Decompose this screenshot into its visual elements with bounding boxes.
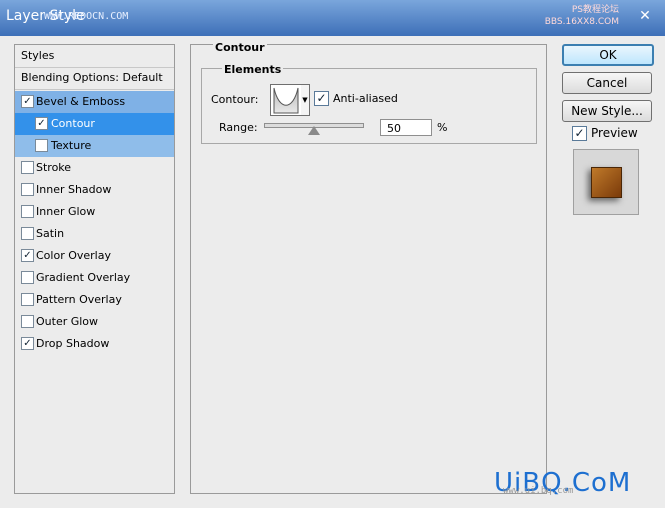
anti-aliased-checkbox[interactable]: ✓	[314, 91, 329, 106]
style-item-label: Bevel & Emboss	[36, 95, 126, 108]
style-item-inner-glow[interactable]: Inner Glow	[15, 201, 174, 223]
satin-checkbox[interactable]	[21, 227, 34, 240]
ok-button[interactable]: OK	[562, 44, 654, 66]
color-overlay-checkbox[interactable]: ✓	[21, 249, 34, 262]
contour-checkbox[interactable]: ✓	[35, 117, 48, 130]
style-item-label: Texture	[51, 139, 92, 152]
contour-dropdown-arrow[interactable]: ▼	[301, 84, 310, 116]
style-item-contour[interactable]: ✓ Contour	[15, 113, 174, 135]
style-item-label: Contour	[51, 117, 95, 130]
new-style-button[interactable]: New Style...	[562, 100, 652, 122]
blending-options-label: Blending Options: Default	[21, 71, 163, 84]
cancel-button[interactable]: Cancel	[562, 72, 652, 94]
style-item-label: Gradient Overlay	[36, 271, 131, 284]
watermark-right-top: PS教程论坛	[571, 5, 619, 15]
style-preview	[573, 149, 639, 215]
close-icon[interactable]: ✕	[633, 6, 657, 26]
style-item-label: Outer Glow	[36, 315, 99, 328]
styles-header[interactable]: Styles	[15, 45, 174, 68]
texture-checkbox[interactable]	[35, 139, 48, 152]
watermark-right: PS教程论坛 BBS.16XX8.COM	[545, 4, 619, 28]
elements-group: Elements Contour: ▼ ✓ Anti-aliased Range…	[201, 63, 537, 144]
contour-label: Contour:	[211, 93, 259, 106]
contour-curve-icon	[273, 87, 299, 114]
style-item-outer-glow[interactable]: Outer Glow	[15, 311, 174, 333]
style-item-label: Drop Shadow	[36, 337, 110, 350]
outer-glow-checkbox[interactable]	[21, 315, 34, 328]
gradient-overlay-checkbox[interactable]	[21, 271, 34, 284]
elements-group-title: Elements	[222, 63, 284, 76]
style-item-label: Pattern Overlay	[36, 293, 122, 306]
style-item-pattern-overlay[interactable]: Pattern Overlay	[15, 289, 174, 311]
contour-picker[interactable]	[270, 84, 302, 116]
style-item-bevel-emboss[interactable]: ✓ Bevel & Emboss	[15, 91, 174, 113]
preview-checkbox[interactable]: ✓	[572, 126, 587, 141]
styles-label: Styles	[21, 49, 55, 62]
inner-shadow-checkbox[interactable]	[21, 183, 34, 196]
style-item-satin[interactable]: Satin	[15, 223, 174, 245]
style-item-label: Stroke	[36, 161, 72, 174]
anti-aliased-label: Anti-aliased	[333, 92, 398, 105]
site-logo-sub: www.ui.bq.com	[503, 486, 574, 496]
style-item-inner-shadow[interactable]: Inner Shadow	[15, 179, 174, 201]
style-item-label: Color Overlay	[36, 249, 111, 262]
style-item-texture[interactable]: Texture	[15, 135, 174, 157]
style-item-label: Inner Glow	[36, 205, 96, 218]
drop-shadow-checkbox[interactable]: ✓	[21, 337, 34, 350]
title-bar[interactable]: Layer Style WWW.REDOCN.COM PS教程论坛 BBS.16…	[0, 0, 665, 36]
inner-glow-checkbox[interactable]	[21, 205, 34, 218]
preview-label: Preview	[591, 126, 638, 140]
watermark-text: WWW.REDOCN.COM	[44, 11, 129, 22]
stroke-checkbox[interactable]	[21, 161, 34, 174]
style-item-color-overlay[interactable]: ✓ Color Overlay	[15, 245, 174, 267]
contour-group-title: Contour	[213, 41, 267, 54]
pattern-overlay-checkbox[interactable]	[21, 293, 34, 306]
contour-settings-panel: Contour Elements Contour: ▼ ✓ Anti-alias…	[190, 41, 547, 494]
watermark-right-bottom: BBS.16XX8.COM	[544, 17, 619, 27]
styles-list: Styles Blending Options: Default ✓ Bevel…	[14, 44, 175, 494]
style-item-label: Inner Shadow	[36, 183, 112, 196]
range-input[interactable]: 50	[380, 119, 432, 136]
bevel-emboss-checkbox[interactable]: ✓	[21, 95, 34, 108]
range-slider-thumb[interactable]	[308, 126, 320, 135]
range-unit: %	[437, 121, 448, 134]
preview-swatch	[591, 167, 622, 198]
range-label: Range:	[219, 121, 258, 134]
style-item-gradient-overlay[interactable]: Gradient Overlay	[15, 267, 174, 289]
style-item-stroke[interactable]: Stroke	[15, 157, 174, 179]
style-item-drop-shadow[interactable]: ✓ Drop Shadow	[15, 333, 174, 355]
blending-options[interactable]: Blending Options: Default	[15, 67, 174, 90]
style-item-label: Satin	[36, 227, 65, 240]
